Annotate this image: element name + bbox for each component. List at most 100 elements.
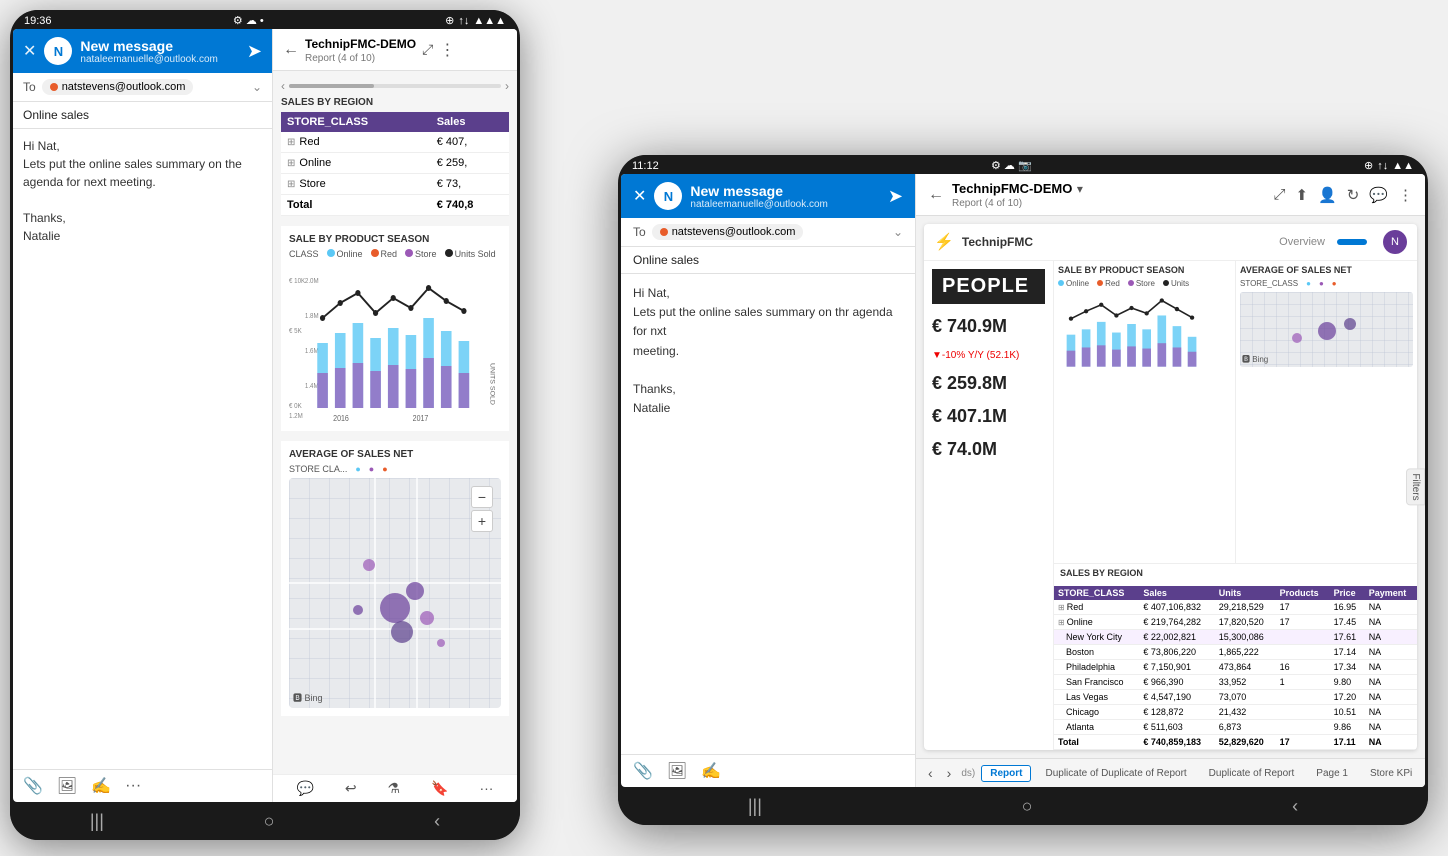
map-area[interactable]: − + 🅱 Bing [289,478,501,708]
close-icon-lg[interactable]: ✕ [633,186,646,206]
body-lg-line2: Lets put the online sales summary on thr… [633,303,903,341]
expand-row-icon[interactable]: ⊞ [287,137,295,148]
metric-online: € 259.8M [932,373,1045,394]
recipient-chip-lg[interactable]: natstevens@outlook.com [652,224,804,240]
metric-total-value: € 740.9M [932,316,1045,337]
body-line6: Natalie [23,227,262,245]
compose-subject[interactable]: Online sales [13,102,272,129]
nav-home-button[interactable]: ○ [264,811,275,832]
link-icon[interactable]: ✍ [91,776,111,796]
col-sales-lg: Sales [1139,586,1214,600]
legend-online: Online [327,249,363,259]
large-time: 11:12 [632,160,659,172]
link-icon-lg[interactable]: ✍ [701,761,721,781]
pbi-header: ⚡ TechnipFMC Overview N [924,224,1417,261]
back-button-lg[interactable]: ← [928,186,944,204]
body-lg-line3: meeting. [633,342,903,361]
ellipsis-icon[interactable]: ··· [479,780,493,797]
map-dot-3 [363,559,375,571]
nav-lines-button-lg[interactable]: ||| [748,796,762,817]
user-icon-lg[interactable]: 👤 [1318,186,1337,204]
nav-back-button-lg[interactable]: ‹ [1292,796,1298,817]
pbi-tab-label[interactable]: Overview [1279,236,1325,248]
page-tab-dup-dup[interactable]: Duplicate of Duplicate of Report [1037,766,1194,781]
comment-icon-lg[interactable]: 💬 [1369,186,1388,204]
body-line1: Hi Nat, [23,137,262,155]
map-dot-4 [391,621,413,643]
zoom-minus-button[interactable]: − [471,486,493,508]
legend-dot-purple: ● [369,464,374,474]
report-toolbar: 💬 ↩ ⚗ 🔖 ··· [273,774,517,802]
undo-icon[interactable]: ↩ [345,780,357,797]
svg-text:1.6M: 1.6M [305,348,319,355]
back-button[interactable]: ← [283,41,299,59]
page-tab-page1[interactable]: Page 1 [1308,766,1356,781]
scroll-left-icon[interactable]: ‹ [281,79,285,93]
more-options-icon[interactable]: ⋮ [439,40,455,60]
refresh-icon-lg[interactable]: ↻ [1347,186,1360,204]
page-tab-kpi[interactable]: Store KPi [1362,766,1420,781]
sales-region-table: STORE_CLASS Sales ⊞Red € 407, ⊞Online € … [281,112,509,216]
report-panel: ← TechnipFMC-DEMO Report (4 of 10) ⤢ ⋮ ‹… [273,29,517,802]
section-sales-region-title: SALES BY REGION [281,97,509,108]
compose-body-lg: Hi Nat, Lets put the online sales summar… [621,274,915,754]
col-payment-lg: Payment [1365,586,1417,600]
zoom-plus-button[interactable]: + [471,510,493,532]
photo-icon[interactable]: 🖼 [57,776,77,796]
nav-lines-button[interactable]: ||| [90,811,104,832]
report-dropdown-icon[interactable]: ▾ [1077,182,1083,196]
expand-icon[interactable]: ⤢ [422,41,433,58]
report-content: ‹ › SALES BY REGION STORE_CLASS Sales [273,71,517,774]
legend-units: Units Sold [445,249,496,259]
chevron-down-icon[interactable]: ⌄ [252,80,262,94]
map-dot-1 [380,593,410,623]
chart2-title: AVERAGE OF SALES NET [1240,265,1413,275]
table-row: Boston € 73,806,2201,865,22217.14NA [1054,645,1417,660]
chevron-down-icon-lg[interactable]: ⌄ [893,225,903,239]
scroll-right-icon[interactable]: › [505,79,509,93]
metric-total: € 740.9M [932,316,1045,337]
send-button-lg[interactable]: ➤ [888,186,903,207]
send-button[interactable]: ➤ [247,41,262,62]
page-ds[interactable]: ds) [961,768,975,779]
large-screen-body: ✕ N New message nataleemanuelle@outlook.… [621,174,1425,787]
more-icon[interactable]: ··· [125,777,141,795]
compose-header-lg: ✕ N New message nataleemanuelle@outlook.… [621,174,915,218]
expand-row-icon[interactable]: ⊞ [287,179,295,190]
small-status-bar: 19:36 ⚙ ☁ • ⊕ ↑↓ ▲▲▲ [10,10,520,29]
chart-legend: CLASS Online Red Store Units Sold [289,249,501,259]
nav-home-button-lg[interactable]: ○ [1022,796,1033,817]
product-season-title: SALE BY PRODUCT SEASON [289,234,501,245]
share-icon-lg[interactable]: ⬆ [1295,186,1308,204]
expand-icon-lg[interactable]: ⤢ [1273,186,1285,204]
svg-text:2.0M: 2.0M [305,278,319,285]
photo-icon-lg[interactable]: 🖼 [667,761,687,781]
subject-lg[interactable]: Online sales [621,247,915,274]
close-icon[interactable]: ✕ [23,41,36,61]
table-row: New York City € 22,002,82115,300,08617.6… [1054,630,1417,645]
expand-row-icon[interactable]: ⊞ [287,158,295,169]
large-nav-bar: ||| ○ ‹ [618,790,1428,825]
more-icon-lg[interactable]: ⋮ [1398,186,1413,204]
comment-icon[interactable]: 💬 [296,780,313,797]
filters-panel-toggle[interactable]: Filters [1406,468,1425,505]
map-mini[interactable]: 🅱 Bing [1240,292,1413,367]
filter-icon[interactable]: ⚗ [388,780,401,797]
table-row: San Francisco € 966,39033,95219.80NA [1054,675,1417,690]
recipient-chip[interactable]: natstevens@outlook.com [42,79,194,95]
page-tab-dup[interactable]: Duplicate of Report [1201,766,1303,781]
page-next-button[interactable]: › [943,763,956,783]
table-total-row: Total € 740,8 [281,195,509,216]
metric-store-value: € 74.0M [932,439,1045,460]
attachment-icon-lg[interactable]: 📎 [633,761,653,781]
bookmark-icon[interactable]: 🔖 [431,780,448,797]
page-prev-button[interactable]: ‹ [924,763,937,783]
large-status-bar: 11:12 ⚙ ☁ 📷 ⊕ ↑↓ ▲▲ [618,155,1428,174]
attachment-icon[interactable]: 📎 [23,776,43,796]
table-row: ⊞Online € 219,764,28217,820,5201717.45NA [1054,615,1417,630]
nav-back-button[interactable]: ‹ [434,811,440,832]
svg-text:2017: 2017 [413,414,429,423]
compose-subtitle: nataleemanuelle@outlook.com [80,54,239,65]
page-tab-report[interactable]: Report [981,765,1031,782]
table-row: Philadelphia € 7,150,901473,8641617.34NA [1054,660,1417,675]
